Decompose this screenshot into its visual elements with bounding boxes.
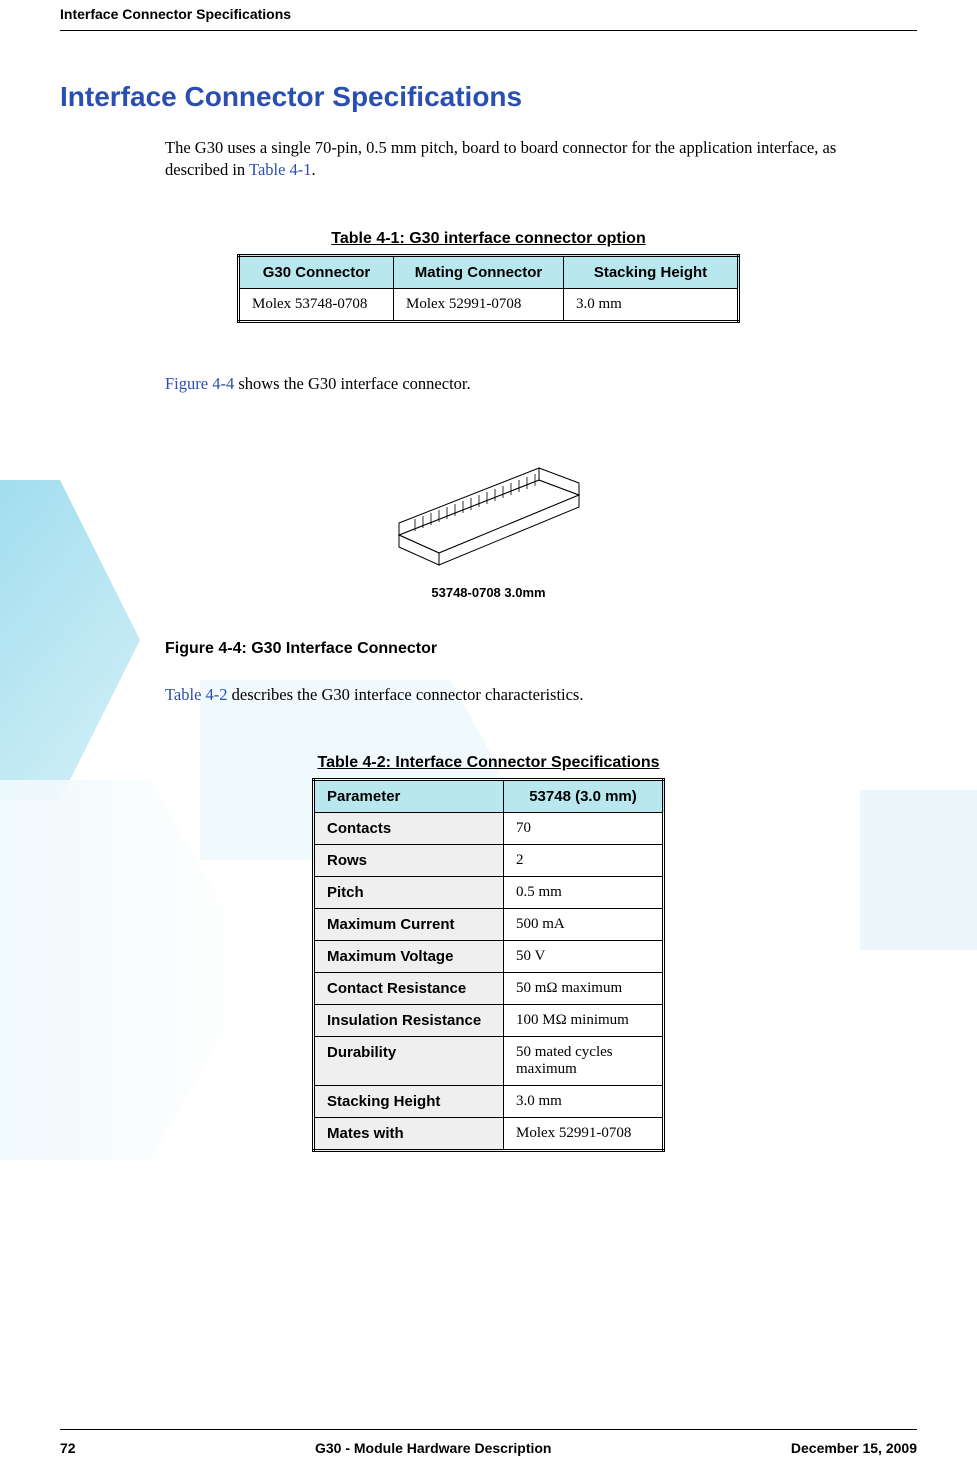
figure-4-4-link[interactable]: Figure 4-4 bbox=[165, 374, 234, 393]
t1-cell: Molex 53748-0708 bbox=[239, 288, 394, 321]
t2-param: Durability bbox=[314, 1037, 504, 1086]
t2-value: 70 bbox=[504, 813, 664, 845]
page-footer: 72 G30 - Module Hardware Description Dec… bbox=[60, 1429, 917, 1456]
table-row: Contact Resistance50 mΩ maximum bbox=[314, 973, 664, 1005]
table-4-1-caption: Table 4-1: G30 interface connector optio… bbox=[60, 230, 917, 248]
t2-param: Mates with bbox=[314, 1118, 504, 1151]
table-row: Maximum Current500 mA bbox=[314, 909, 664, 941]
table-row: Mates withMolex 52991-0708 bbox=[314, 1118, 664, 1151]
t2-value: Molex 52991-0708 bbox=[504, 1118, 664, 1151]
figure-ref-text: shows the G30 interface connector. bbox=[234, 374, 470, 393]
figure-ref-paragraph: Figure 4-4 shows the G30 interface conne… bbox=[165, 373, 897, 395]
t2-value: 3.0 mm bbox=[504, 1086, 664, 1118]
connector-illustration bbox=[379, 435, 599, 575]
doc-title: G30 - Module Hardware Description bbox=[315, 1440, 552, 1456]
figure-4-4: 53748-0708 3.0mm bbox=[60, 435, 917, 600]
t2-value: 50 V bbox=[504, 941, 664, 973]
table-4-1: G30 Connector Mating Connector Stacking … bbox=[237, 254, 740, 323]
table-row: Pitch0.5 mm bbox=[314, 877, 664, 909]
t2-value: 2 bbox=[504, 845, 664, 877]
t1-cell: Molex 52991-0708 bbox=[394, 288, 564, 321]
t2-param: Maximum Voltage bbox=[314, 941, 504, 973]
table-4-2-caption: Table 4-2: Interface Connector Specifica… bbox=[60, 754, 917, 772]
t2-header-param: Parameter bbox=[314, 780, 504, 813]
figure-4-4-caption: Figure 4-4: G30 Interface Connector bbox=[165, 640, 897, 658]
t1-cell: 3.0 mm bbox=[564, 288, 739, 321]
table-4-2: Parameter 53748 (3.0 mm) Contacts70Rows2… bbox=[312, 778, 665, 1152]
t1-header-g30: G30 Connector bbox=[239, 255, 394, 288]
t2-param: Insulation Resistance bbox=[314, 1005, 504, 1037]
t1-header-stacking: Stacking Height bbox=[564, 255, 739, 288]
table2-ref-paragraph: Table 4-2 describes the G30 interface co… bbox=[165, 684, 897, 706]
table-row: Maximum Voltage50 V bbox=[314, 941, 664, 973]
t2-param: Maximum Current bbox=[314, 909, 504, 941]
running-header: Interface Connector Specifications bbox=[60, 0, 917, 31]
doc-date: December 15, 2009 bbox=[791, 1440, 917, 1456]
page-number: 72 bbox=[60, 1440, 76, 1456]
table-row: Rows2 bbox=[314, 845, 664, 877]
page-title: Interface Connector Specifications bbox=[60, 81, 917, 113]
table-row: Contacts70 bbox=[314, 813, 664, 845]
table-4-2-link[interactable]: Table 4-2 bbox=[165, 685, 228, 704]
t2-param: Contacts bbox=[314, 813, 504, 845]
table2-ref-text: describes the G30 interface connector ch… bbox=[228, 685, 584, 704]
t2-value: 500 mA bbox=[504, 909, 664, 941]
t2-value: 0.5 mm bbox=[504, 877, 664, 909]
table-row: Molex 53748-0708 Molex 52991-0708 3.0 mm bbox=[239, 288, 739, 321]
t2-header-val: 53748 (3.0 mm) bbox=[504, 780, 664, 813]
t2-value: 50 mated cycles maximum bbox=[504, 1037, 664, 1086]
table-row: Stacking Height3.0 mm bbox=[314, 1086, 664, 1118]
figure-part-label: 53748-0708 3.0mm bbox=[431, 585, 545, 600]
t2-value: 100 MΩ minimum bbox=[504, 1005, 664, 1037]
table-row: Durability50 mated cycles maximum bbox=[314, 1037, 664, 1086]
table-row: Insulation Resistance100 MΩ minimum bbox=[314, 1005, 664, 1037]
intro-paragraph: The G30 uses a single 70-pin, 0.5 mm pit… bbox=[165, 137, 897, 182]
intro-text-b: . bbox=[312, 160, 316, 179]
t2-param: Stacking Height bbox=[314, 1086, 504, 1118]
t2-param: Contact Resistance bbox=[314, 973, 504, 1005]
t1-header-mating: Mating Connector bbox=[394, 255, 564, 288]
t2-param: Rows bbox=[314, 845, 504, 877]
t2-value: 50 mΩ maximum bbox=[504, 973, 664, 1005]
table-4-1-link[interactable]: Table 4-1 bbox=[249, 160, 312, 179]
t2-param: Pitch bbox=[314, 877, 504, 909]
